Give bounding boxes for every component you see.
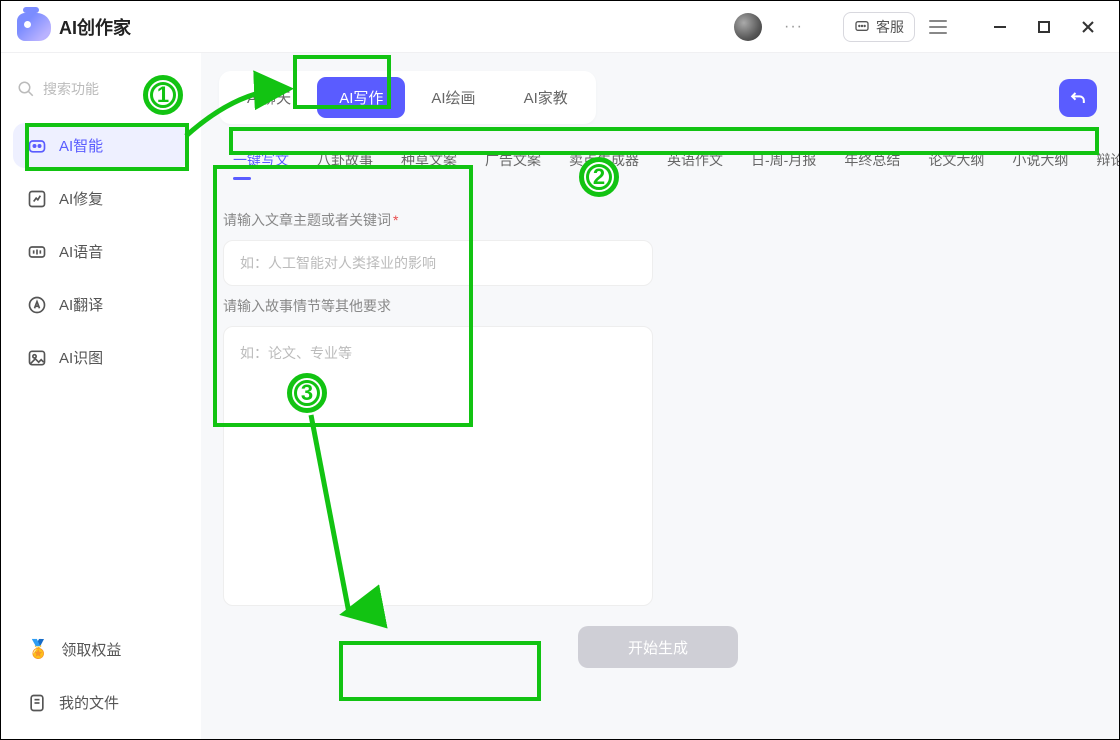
tab-ai-write[interactable]: AI写作 [317, 77, 405, 118]
my-files-link[interactable]: 我的文件 [13, 682, 189, 723]
avatar[interactable] [734, 13, 762, 41]
nav-label: AI语音 [59, 241, 103, 262]
write-form: 请输入文章主题或者关键词* 请输入故事情节等其他要求 开始生成 [219, 186, 1097, 721]
audio-icon [27, 242, 47, 262]
nav-item-ai-repair[interactable]: AI修复 [13, 176, 189, 221]
nav-label: AI修复 [59, 188, 103, 209]
undo-button[interactable] [1059, 79, 1097, 117]
close-button[interactable] [1073, 12, 1103, 42]
header-right: 客服 [843, 12, 1103, 42]
app-title: AI创作家 [59, 14, 131, 40]
repair-icon [27, 189, 47, 209]
nav-item-ai-audio[interactable]: AI语音 [13, 229, 189, 274]
image-icon [27, 348, 47, 368]
subtab-review[interactable]: 种草文案 [387, 142, 471, 178]
tab-ai-draw[interactable]: AI绘画 [409, 77, 497, 118]
nav-item-ai-image[interactable]: AI识图 [13, 335, 189, 380]
ai-icon [27, 136, 47, 156]
header-center: ··· [734, 13, 803, 41]
search-box[interactable]: 搜索功能 [13, 73, 189, 105]
extra-textarea[interactable] [223, 326, 653, 606]
subtab-gossip[interactable]: 八卦故事 [303, 142, 387, 178]
tab-row: AI聊天 AI写作 AI绘画 AI家教 [219, 71, 1097, 124]
nav-item-ai-translate[interactable]: AI翻译 [13, 282, 189, 327]
subtab-summary[interactable]: 年终总结 [830, 142, 914, 178]
extra-label: 请输入故事情节等其他要求 [223, 296, 1093, 316]
my-files-label: 我的文件 [59, 692, 119, 713]
nav: AI智能 AI修复 AI语音 AI翻译 AI识图 [13, 123, 189, 380]
sidebar-bottom: 🏅 领取权益 我的文件 [13, 629, 189, 723]
topic-label: 请输入文章主题或者关键词* [223, 210, 1093, 230]
benefits-label: 领取权益 [61, 639, 121, 660]
nav-label: AI翻译 [59, 294, 103, 315]
translate-icon [27, 295, 47, 315]
sidebar: 搜索功能 AI智能 AI修复 AI语音 AI翻译 AI识图 [1, 53, 201, 739]
generate-button[interactable]: 开始生成 [578, 626, 738, 668]
file-icon [27, 693, 47, 713]
subtabs: 一键写文 八卦故事 种草文案 广告文案 卖点生成器 英语作文 日-周-月报 年终… [219, 142, 1097, 180]
app-logo-icon [17, 13, 51, 41]
app-header: AI创作家 ··· 客服 [1, 1, 1119, 53]
nav-item-ai-smart[interactable]: AI智能 [13, 123, 189, 168]
tab-ai-chat[interactable]: AI聊天 [225, 77, 313, 118]
undo-icon [1068, 88, 1088, 108]
required-star: * [393, 212, 398, 228]
subtab-report[interactable]: 日-周-月报 [737, 142, 830, 178]
support-button[interactable]: 客服 [843, 12, 915, 42]
main-content: AI聊天 AI写作 AI绘画 AI家教 一键写文 八卦故事 种草文案 广告文案 … [201, 53, 1119, 739]
subtab-onekey[interactable]: 一键写文 [219, 142, 303, 178]
search-icon [17, 80, 35, 98]
subtab-english[interactable]: 英语作文 [653, 142, 737, 178]
tab-ai-tutor[interactable]: AI家教 [502, 77, 590, 118]
subtab-novel[interactable]: 小说大纲 [998, 142, 1082, 178]
nav-label: AI智能 [59, 135, 103, 156]
logo: AI创作家 [17, 13, 131, 41]
nav-label: AI识图 [59, 347, 103, 368]
minimize-button[interactable] [985, 12, 1015, 42]
medal-icon: 🏅 [27, 639, 49, 660]
generate-label: 开始生成 [628, 637, 688, 658]
menu-icon[interactable] [929, 20, 947, 34]
maximize-button[interactable] [1029, 12, 1059, 42]
tabs: AI聊天 AI写作 AI绘画 AI家教 [219, 71, 596, 124]
subtab-ad[interactable]: 广告文案 [471, 142, 555, 178]
support-label: 客服 [876, 17, 904, 37]
topic-input[interactable] [223, 240, 653, 286]
chat-icon [854, 19, 870, 35]
search-placeholder: 搜索功能 [43, 79, 99, 99]
more-icon[interactable]: ··· [784, 18, 803, 36]
subtab-debate[interactable]: 辩论稿 [1082, 142, 1119, 178]
benefits-link[interactable]: 🏅 领取权益 [13, 629, 189, 670]
subtab-selling[interactable]: 卖点生成器 [555, 142, 653, 178]
subtab-outline[interactable]: 论文大纲 [914, 142, 998, 178]
